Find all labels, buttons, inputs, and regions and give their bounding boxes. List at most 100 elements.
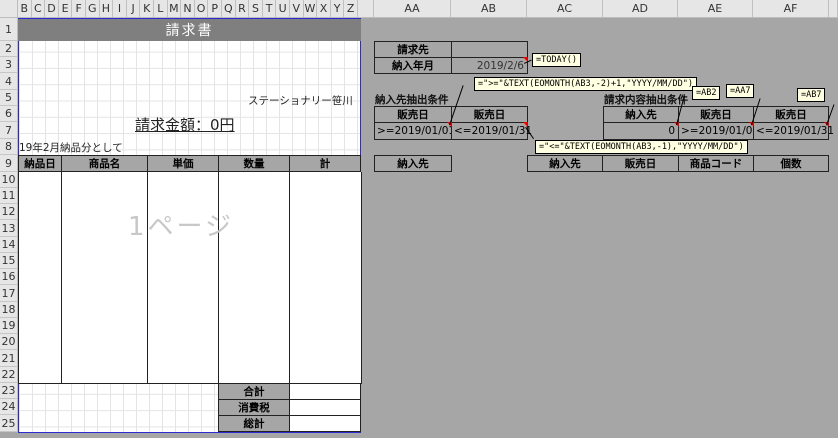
invoice-cell[interactable] [18,269,62,286]
column-header-t[interactable]: T [262,0,277,18]
column-header-d[interactable]: D [45,0,59,18]
invoice-cell[interactable] [61,285,148,303]
column-header-af[interactable]: AF [753,0,829,18]
column-header-r[interactable]: R [235,0,250,18]
invoice-cell[interactable] [218,253,290,270]
invoice-cell[interactable] [18,172,62,189]
invoice-cell[interactable] [18,350,62,368]
column-header-x[interactable]: X [317,0,331,18]
invoice-cell[interactable] [289,367,362,384]
invoice-cell[interactable] [147,188,219,205]
invoice-cell[interactable] [61,367,148,384]
row-header-21[interactable]: 21 [0,350,18,367]
invoice-cell[interactable] [18,253,62,270]
invoice-cell[interactable] [289,350,362,368]
customer-value[interactable] [451,41,528,58]
invoice-cell[interactable] [61,253,148,270]
invoice-cell[interactable] [289,318,362,335]
column-header-ad[interactable]: AD [603,0,678,18]
row-header-15[interactable]: 15 [0,253,18,269]
row-header-8[interactable]: 8 [0,139,18,155]
column-header-ac[interactable]: AC [527,0,603,18]
row-header-3[interactable]: 3 [0,57,18,73]
row-header-12[interactable]: 12 [0,204,18,220]
column-header-h[interactable]: H [99,0,114,18]
invoice-cell[interactable] [61,188,148,205]
crit1-from[interactable]: >=2019/01/01 [374,122,455,140]
comment-ab2[interactable]: =AB2 [692,86,721,100]
row-header-22[interactable]: 22 [0,367,18,383]
invoice-cell[interactable] [289,285,362,303]
row-header-18[interactable]: 18 [0,302,18,318]
row-header-10[interactable]: 10 [0,172,18,188]
column-header-s[interactable]: S [249,0,263,18]
invoice-cell[interactable] [289,253,362,270]
comment-today[interactable]: =TODAY() [532,53,581,67]
invoice-cell[interactable] [218,302,290,319]
invoice-cell[interactable] [18,334,62,351]
invoice-cell[interactable] [18,220,62,238]
row-header-14[interactable]: 14 [0,237,18,253]
row-header-1[interactable]: 1 [0,18,18,41]
tax-value[interactable] [289,399,361,416]
grand-total-value[interactable] [289,415,361,432]
row-header-17[interactable]: 17 [0,285,18,302]
column-header-g[interactable]: G [86,0,100,18]
row-header-19[interactable]: 19 [0,318,18,334]
invoice-cell[interactable] [218,318,290,335]
column-header-ae[interactable]: AE [678,0,753,18]
invoice-cell[interactable] [218,367,290,384]
invoice-cell[interactable] [289,302,362,319]
invoice-cell[interactable] [61,172,148,189]
invoice-cell[interactable] [18,188,62,205]
column-header-m[interactable]: M [167,0,182,18]
row-header-23[interactable]: 23 [0,383,18,399]
invoice-cell[interactable] [218,350,290,368]
column-header-l[interactable]: L [154,0,168,18]
comment-ab7[interactable]: =AB7 [797,88,826,102]
row-header-20[interactable]: 20 [0,334,18,350]
invoice-cell[interactable] [61,334,148,351]
invoice-cell[interactable] [289,237,362,254]
comment-to-formula[interactable]: ="<="&TEXT(EOMONTH(AB3,-1),"YYYY/MM/DD") [535,140,748,154]
invoice-cell[interactable] [18,318,62,335]
invoice-cell[interactable] [61,302,148,319]
row-header-13[interactable]: 13 [0,220,18,237]
invoice-cell[interactable] [147,350,219,368]
column-header-z[interactable]: Z [344,0,358,18]
column-header-j[interactable]: J [126,0,141,18]
column-header-e[interactable]: E [58,0,73,18]
column-header-aa[interactable]: AA [374,0,451,18]
column-header-w[interactable]: W [303,0,318,18]
column-header-y[interactable]: Y [330,0,345,18]
column-header-k[interactable]: K [140,0,154,18]
invoice-cell[interactable] [289,172,362,189]
month-value[interactable]: 2019/2/6 [451,57,528,74]
column-header-ab[interactable]: AB [451,0,527,18]
column-header-b[interactable]: B [18,0,32,18]
row-header-7[interactable]: 7 [0,122,18,139]
row-header-25[interactable]: 25 [0,415,18,432]
invoice-cell[interactable] [18,204,62,221]
row-header-4[interactable]: 4 [0,73,18,90]
crit2-to[interactable]: <=2019/01/31 [753,122,834,140]
column-header-o[interactable]: O [194,0,209,18]
invoice-cell[interactable] [218,188,290,205]
invoice-cell[interactable] [289,334,362,351]
row-header-6[interactable]: 6 [0,106,18,122]
column-header-v[interactable]: V [290,0,304,18]
invoice-cell[interactable] [18,237,62,254]
row-header-2[interactable]: 2 [0,41,18,57]
invoice-cell[interactable] [61,318,148,335]
invoice-cell[interactable] [289,204,362,221]
invoice-cell[interactable] [147,285,219,303]
invoice-cell[interactable] [18,302,62,319]
invoice-cell[interactable] [218,269,290,286]
invoice-cell[interactable] [147,302,219,319]
row-header-11[interactable]: 11 [0,188,18,204]
invoice-cell[interactable] [147,172,219,189]
invoice-cell[interactable] [147,367,219,384]
column-header-f[interactable]: F [72,0,86,18]
invoice-cell[interactable] [147,253,219,270]
invoice-cell[interactable] [147,318,219,335]
